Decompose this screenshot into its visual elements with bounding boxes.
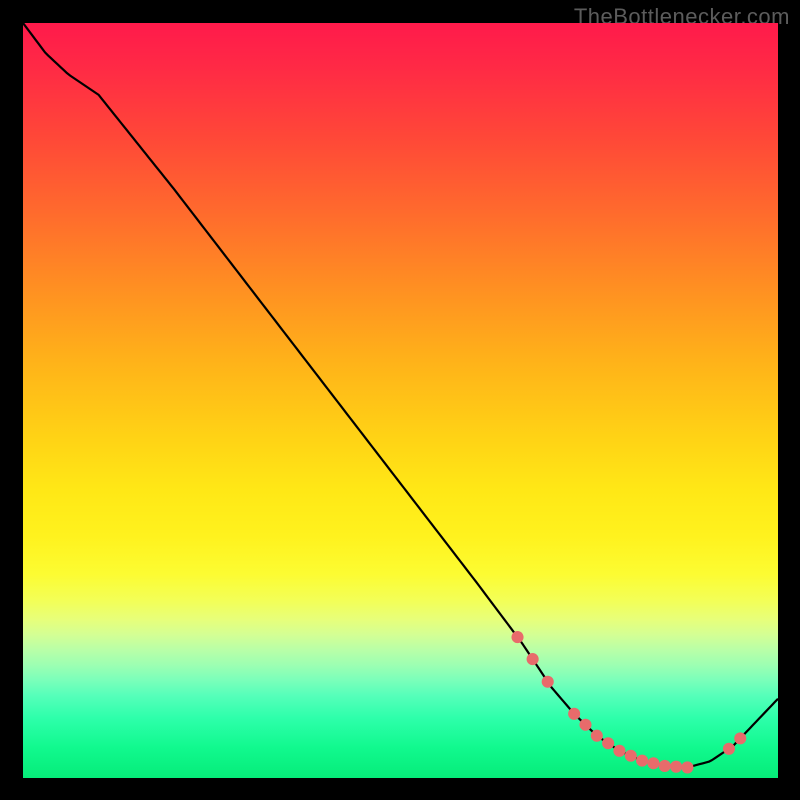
- curve-line: [23, 23, 778, 767]
- curve-marker: [602, 737, 614, 749]
- curve-marker: [527, 653, 539, 665]
- curve-marker: [647, 757, 659, 769]
- marker-group: [511, 631, 746, 773]
- curve-marker: [734, 732, 746, 744]
- curve-marker: [670, 761, 682, 773]
- curve-marker: [625, 750, 637, 762]
- curve-marker: [613, 745, 625, 757]
- curve-marker: [591, 730, 603, 742]
- curve-marker: [723, 743, 735, 755]
- chart-svg: [23, 23, 778, 778]
- curve-marker: [542, 676, 554, 688]
- chart-frame: TheBottlenecker.com: [0, 0, 800, 800]
- plot-area: [23, 23, 778, 778]
- curve-marker: [659, 760, 671, 772]
- curve-marker: [681, 761, 693, 773]
- curve-marker: [636, 755, 648, 767]
- curve-marker: [579, 719, 591, 731]
- curve-marker: [568, 708, 580, 720]
- curve-marker: [511, 631, 523, 643]
